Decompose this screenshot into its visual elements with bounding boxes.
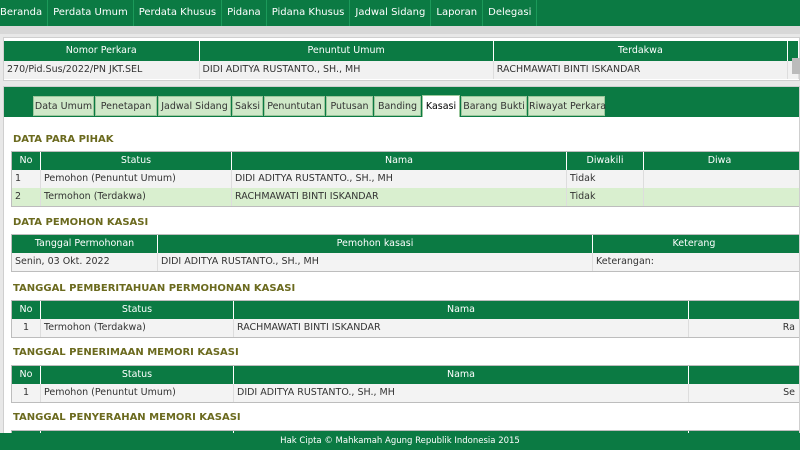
- section-title-penyerahan-memori: TANGGAL PENYERAHAN MEMORI KASASI: [13, 412, 241, 423]
- th-no: No: [12, 152, 41, 170]
- cell-status: Termohon (Terdakwa): [41, 188, 232, 206]
- tab-banding[interactable]: Banding: [374, 96, 421, 116]
- tab-barang-bukti[interactable]: Barang Bukti: [461, 96, 527, 116]
- nav-laporan[interactable]: Laporan: [431, 0, 484, 26]
- nav-jadwal-sidang[interactable]: Jadwal Sidang: [350, 0, 432, 26]
- cell-pemohon: DIDI ADITYA RUSTANTO., SH., MH: [158, 253, 593, 271]
- th-extra: [689, 366, 799, 384]
- table-pemberitahuan: No Status Nama 1 Termohon (Terdakwa) RAC…: [11, 300, 799, 338]
- nav-beranda[interactable]: Beranda: [0, 0, 49, 26]
- th-pemohon-kasasi: Pemohon kasasi: [158, 235, 593, 253]
- cell-nama: DIDI ADITYA RUSTANTO., SH., MH: [234, 384, 689, 402]
- th-tanggal-permohonan: Tanggal Permohonan: [12, 235, 158, 253]
- table-row[interactable]: 1 Pemohon (Penuntut Umum) DIDI ADITYA RU…: [12, 384, 799, 402]
- table-header: No Status Nama Diwakili Diwa: [12, 152, 799, 170]
- cell-no: 1: [12, 170, 41, 188]
- tab-penetapan[interactable]: Penetapan: [95, 96, 157, 116]
- table-row[interactable]: Senin, 03 Okt. 2022 DIDI ADITYA RUSTANTO…: [12, 253, 799, 271]
- th-no: No: [12, 301, 41, 319]
- cell-no: 1: [12, 384, 41, 402]
- cell-diwakili-oleh: [644, 170, 799, 188]
- top-nav: Beranda Perdata Umum Perdata Khusus Pida…: [0, 0, 800, 26]
- case-summary: Nomor Perkara Penuntut Umum Terdakwa 270…: [3, 37, 800, 81]
- table-para-pihak: No Status Nama Diwakili Diwa 1 Pemohon (…: [11, 151, 799, 207]
- th-nama: Nama: [234, 301, 689, 319]
- cell-status: Termohon (Terdakwa): [41, 319, 234, 337]
- th-nama: Nama: [232, 152, 567, 170]
- tab-penuntutan[interactable]: Penuntutan: [264, 96, 325, 116]
- scrollbar-thumb[interactable]: [792, 58, 800, 74]
- nav-divider: [0, 26, 800, 34]
- cell-extra: Se: [689, 384, 799, 402]
- cell-status: Pemohon (Penuntut Umum): [41, 384, 234, 402]
- case-row[interactable]: 270/Pid.Sus/2022/PN JKT.SEL DIDI ADITYA …: [4, 61, 799, 79]
- th-nama: Nama: [234, 366, 689, 384]
- nav-pidana-khusus[interactable]: Pidana Khusus: [267, 0, 351, 26]
- tab-bar: Data Umum Penetapan Jadwal Sidang Saksi …: [4, 87, 799, 117]
- cell-nama: RACHMAWATI BINTI ISKANDAR: [234, 319, 689, 337]
- th-diwakili-oleh: Diwa: [644, 152, 799, 170]
- section-title-pemohon-kasasi: DATA PEMOHON KASASI: [13, 217, 149, 228]
- kasasi-panel: Data Umum Penetapan Jadwal Sidang Saksi …: [3, 86, 800, 438]
- nav-pidana[interactable]: Pidana: [222, 0, 267, 26]
- cell-status: Pemohon (Penuntut Umum): [41, 170, 232, 188]
- tab-jadwal-sidang[interactable]: Jadwal Sidang: [158, 96, 231, 116]
- tab-riwayat-perkara[interactable]: Riwayat Perkara: [528, 96, 606, 116]
- th-status: Status: [41, 152, 232, 170]
- th-status: Status: [41, 366, 234, 384]
- cell-nomor-perkara: 270/Pid.Sus/2022/PN JKT.SEL: [4, 61, 200, 79]
- table-header: Tanggal Permohonan Pemohon kasasi Ketera…: [12, 235, 799, 253]
- table-header: No Status Nama: [12, 366, 799, 384]
- nav-perdata-umum[interactable]: Perdata Umum: [48, 0, 134, 26]
- cell-terdakwa: RACHMAWATI BINTI ISKANDAR: [494, 61, 789, 79]
- cell-diwakili-oleh: [644, 188, 799, 206]
- cell-extra: Ra: [689, 319, 799, 337]
- cell-penuntut-umum: DIDI ADITYA RUSTANTO., SH., MH: [200, 61, 494, 79]
- cell-tanggal: Senin, 03 Okt. 2022: [12, 253, 158, 271]
- cell-nama: DIDI ADITYA RUSTANTO., SH., MH: [232, 170, 567, 188]
- table-penerimaan-memori: No Status Nama 1 Pemohon (Penuntut Umum)…: [11, 365, 799, 403]
- th-extra: [689, 301, 799, 319]
- tab-data-umum[interactable]: Data Umum: [33, 96, 94, 116]
- cell-keterangan: Keterangan:: [593, 253, 799, 271]
- nav-delegasi[interactable]: Delegasi: [483, 0, 538, 26]
- table-row[interactable]: 1 Termohon (Terdakwa) RACHMAWATI BINTI I…: [12, 319, 799, 337]
- tab-kasasi[interactable]: Kasasi: [422, 95, 460, 117]
- tab-saksi[interactable]: Saksi: [232, 96, 263, 116]
- tab-putusan[interactable]: Putusan: [326, 96, 373, 116]
- cell-diwakili: Tidak: [567, 188, 644, 206]
- th-keterangan: Keterang: [593, 235, 799, 253]
- section-title-penerimaan-memori: TANGGAL PENERIMAAN MEMORI KASASI: [13, 347, 239, 358]
- cell-diwakili: Tidak: [567, 170, 644, 188]
- header-nomor-perkara: Nomor Perkara: [4, 41, 200, 61]
- section-title-pemberitahuan: TANGGAL PEMBERITAHUAN PERMOHONAN KASASI: [13, 283, 296, 294]
- th-diwakili: Diwakili: [567, 152, 644, 170]
- cell-nama: RACHMAWATI BINTI ISKANDAR: [232, 188, 567, 206]
- cell-no: 2: [12, 188, 41, 206]
- table-pemohon-kasasi: Tanggal Permohonan Pemohon kasasi Ketera…: [11, 234, 799, 272]
- th-status: Status: [41, 301, 234, 319]
- section-title-para-pihak: DATA PARA PIHAK: [13, 134, 114, 145]
- th-no: No: [12, 366, 41, 384]
- cell-no: 1: [12, 319, 41, 337]
- header-penuntut-umum: Penuntut Umum: [199, 41, 494, 61]
- table-header: No Status Nama: [12, 301, 799, 319]
- footer: Hak Cipta © Mahkamah Agung Republik Indo…: [0, 433, 800, 450]
- table-row[interactable]: 2 Termohon (Terdakwa) RACHMAWATI BINTI I…: [12, 188, 799, 206]
- table-row[interactable]: 1 Pemohon (Penuntut Umum) DIDI ADITYA RU…: [12, 170, 799, 188]
- nav-perdata-khusus[interactable]: Perdata Khusus: [134, 0, 223, 26]
- case-header-row: Nomor Perkara Penuntut Umum Terdakwa: [4, 41, 799, 61]
- header-terdakwa: Terdakwa: [493, 41, 789, 61]
